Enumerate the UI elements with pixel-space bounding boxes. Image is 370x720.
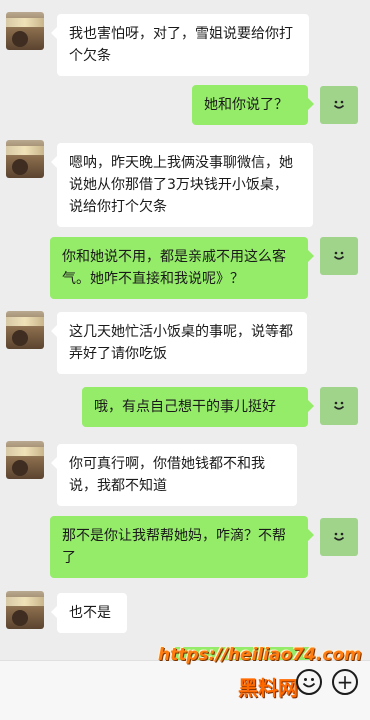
smiley-avatar-icon: [333, 100, 345, 109]
self-avatar[interactable]: [320, 387, 358, 425]
message-bubble[interactable]: 那不是你让我帮帮她妈，咋滴？不帮了: [50, 516, 314, 578]
smiley-avatar-icon: [333, 401, 345, 410]
plus-icon[interactable]: +: [332, 669, 358, 695]
watermark-name: 黑料网: [238, 676, 298, 700]
message-bubble[interactable]: 嗯呐，昨天晚上我俩没事聊微信，她说她从你那借了3万块钱开小饭桌，说给你打个欠条: [51, 143, 313, 227]
message-bubble[interactable]: 你可真行啊，你借她钱都不和我说，我都不知道: [51, 444, 297, 506]
message-bubble[interactable]: 也不是: [51, 593, 127, 633]
smiley-glyph-icon: [302, 678, 316, 688]
smiley-icon[interactable]: [296, 669, 322, 695]
message-bubble[interactable]: 我也害怕呀，对了，雪姐说要给你打个欠条: [51, 14, 309, 76]
message-bubble[interactable]: 这几天她忙活小饭桌的事呢，说等都弄好了请你吃饭: [51, 312, 307, 374]
chat-area[interactable]: 我也害怕呀，对了，雪姐说要给你打个欠条 她和你说了？ 嗯呐，昨天晚上我俩没事聊微…: [0, 0, 370, 672]
message-bubble[interactable]: 你和她说不用，都是亲戚不用这么客气。她咋不直接和我说呢》？: [50, 237, 314, 299]
contact-avatar[interactable]: [6, 140, 44, 178]
smiley-avatar-icon: [333, 532, 345, 541]
smiley-avatar-icon: [333, 251, 345, 260]
self-avatar[interactable]: [320, 237, 358, 275]
self-avatar[interactable]: [320, 518, 358, 556]
contact-avatar[interactable]: [6, 591, 44, 629]
message-bubble[interactable]: 她和你说了？: [192, 85, 314, 125]
message-bubble[interactable]: 哦，有点自己想干的事儿挺好: [82, 387, 314, 427]
self-avatar[interactable]: [320, 86, 358, 124]
contact-avatar[interactable]: [6, 311, 44, 349]
contact-avatar[interactable]: [6, 12, 44, 50]
watermark-url: https://heiliao74.com: [158, 645, 362, 665]
contact-avatar[interactable]: [6, 441, 44, 479]
